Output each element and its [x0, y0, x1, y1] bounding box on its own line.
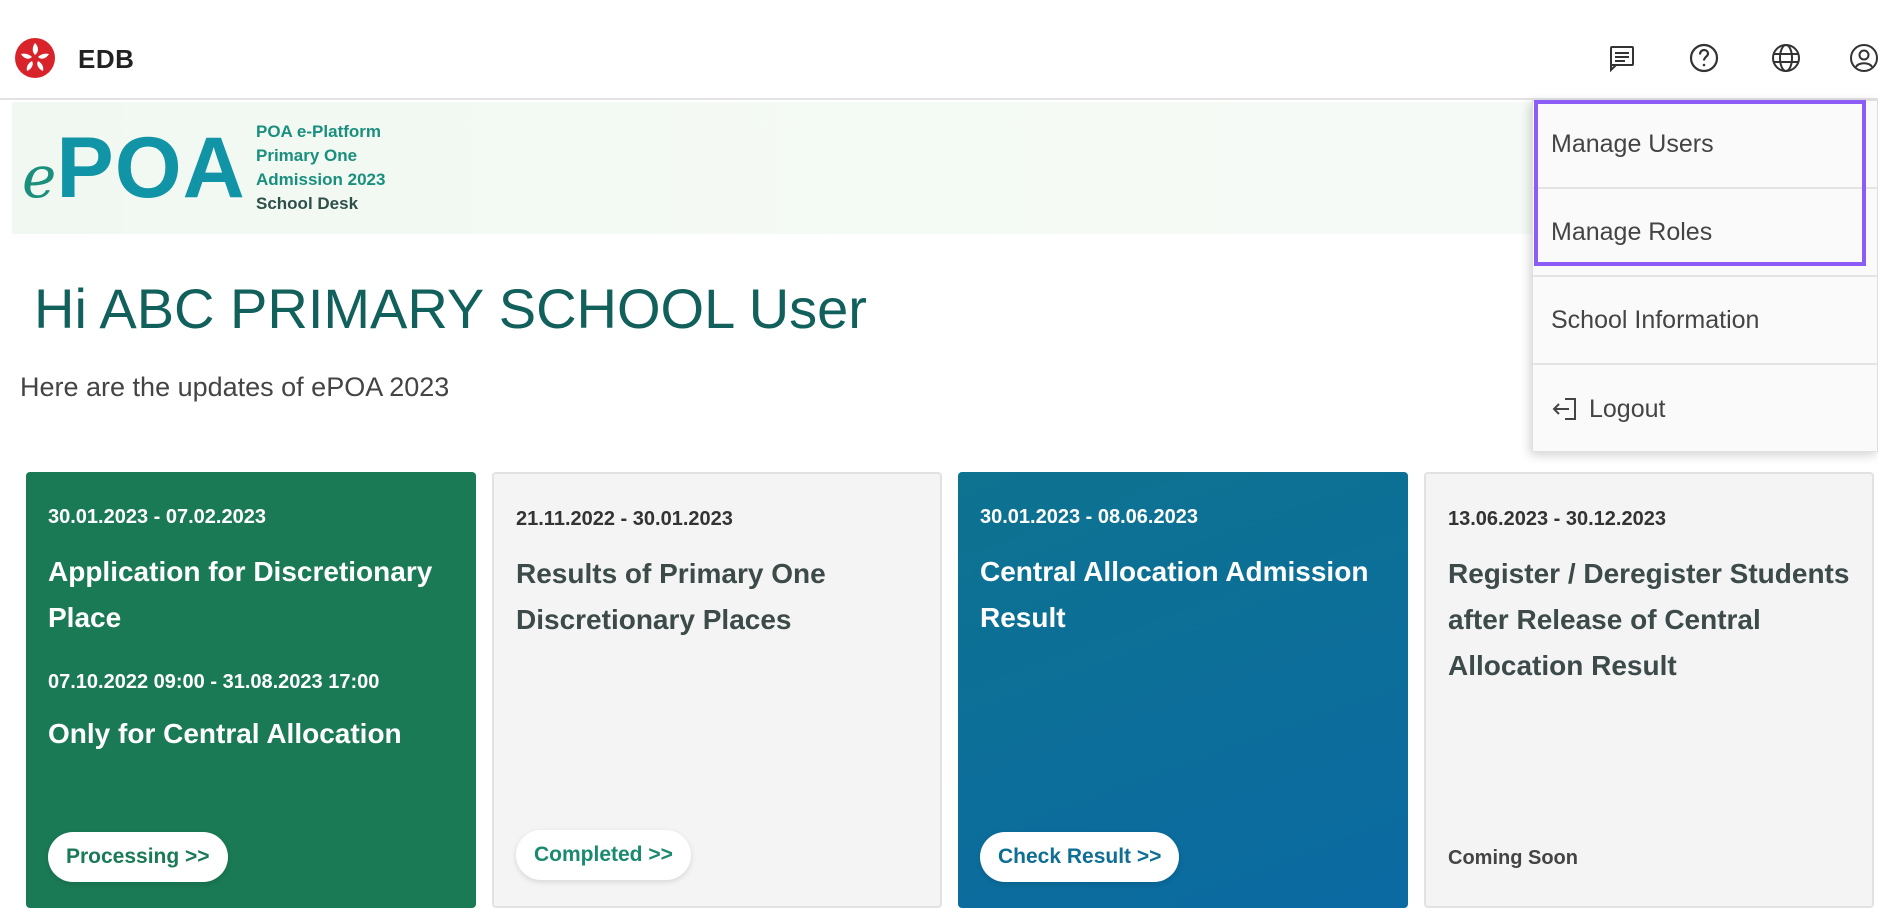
page-title: Hi ABC PRIMARY SCHOOL User [34, 277, 867, 340]
epoa-line-primary-one: Primary One [256, 146, 358, 165]
processing-button[interactable]: Processing >> [48, 832, 228, 882]
card-title: Results of Primary One Discretionary Pla… [516, 558, 826, 635]
check-result-button[interactable]: Check Result >> [980, 832, 1180, 882]
epoa-line-admission: Admission 2023 [256, 170, 386, 189]
message-icon[interactable] [1604, 40, 1640, 76]
card-title: Application for Discretionary Place [48, 556, 433, 633]
menu-item-manage-users[interactable]: Manage Users [1533, 101, 1878, 189]
epoa-subtitle: POA e-Platform Primary One Admission 202… [256, 120, 385, 216]
globe-icon[interactable] [1768, 40, 1804, 76]
card-date: 30.01.2023 - 08.06.2023 [980, 506, 1198, 528]
card-title: Central Allocation Admission Result [980, 556, 1369, 633]
completed-button[interactable]: Completed >> [516, 830, 691, 880]
card-register-deregister: 13.06.2023 - 30.12.2023 Register / Dereg… [1424, 472, 1874, 908]
menu-item-logout[interactable]: Logout [1533, 365, 1878, 453]
page-subtitle: Here are the updates of ePOA 2023 [20, 372, 450, 402]
hk-bauhinia-logo-icon [15, 38, 55, 78]
card-central-allocation: 30.01.2023 - 08.06.2023 Central Allocati… [958, 472, 1408, 908]
card-title-secondary: Only for Central Allocation [48, 718, 402, 749]
help-icon[interactable] [1686, 40, 1722, 76]
epoa-logo-poa: POA [56, 120, 246, 216]
epoa-line-platform: POA e-Platform [256, 122, 382, 141]
epoa-logo-e: e [22, 143, 57, 211]
logout-icon [1551, 396, 1581, 422]
card-discretionary-results: 21.11.2022 - 30.01.2023 Results of Prima… [492, 472, 942, 908]
coming-soon-label: Coming Soon [1448, 847, 1578, 869]
user-dropdown-menu: Manage Users Manage Roles School Informa… [1532, 100, 1878, 452]
card-title: Register / Deregister Students after Rel… [1448, 558, 1850, 681]
card-date: 30.01.2023 - 07.02.2023 [48, 506, 266, 528]
card-date: 21.11.2022 - 30.01.2023 [516, 508, 733, 530]
menu-item-manage-roles[interactable]: Manage Roles [1533, 189, 1878, 277]
epoa-logo[interactable]: e POA [22, 120, 246, 216]
menu-item-label: Manage Users [1551, 129, 1714, 158]
menu-item-label: Logout [1589, 394, 1666, 423]
menu-item-school-information[interactable]: School Information [1533, 277, 1878, 365]
user-icon[interactable] [1846, 40, 1878, 76]
top-header: EDB [0, 0, 1878, 100]
card-date: 13.06.2023 - 30.12.2023 [1448, 508, 1666, 530]
card-date-secondary: 07.10.2022 09:00 - 31.08.2023 17:00 [48, 671, 380, 693]
menu-item-label: School Information [1551, 305, 1760, 334]
menu-item-label: Manage Roles [1551, 217, 1713, 246]
card-discretionary-application: 30.01.2023 - 07.02.2023 Application for … [26, 472, 476, 908]
edb-brand[interactable]: EDB [78, 44, 134, 75]
epoa-line-school-desk: School Desk [256, 194, 359, 213]
